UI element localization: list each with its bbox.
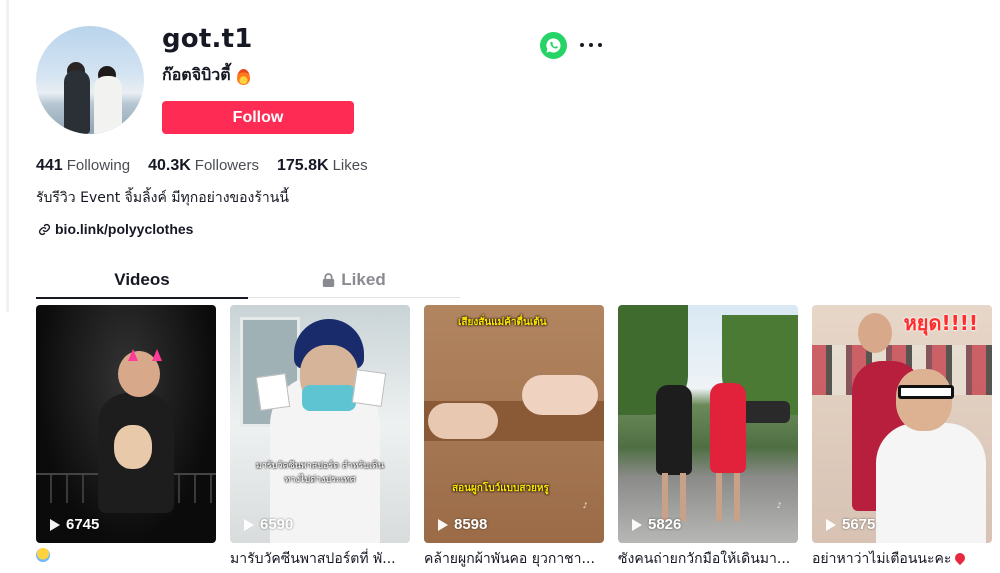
video-card[interactable]: ♪ 5826 ซังคนถ่ายกวักมือให้เดินมา...: [618, 305, 798, 570]
fire-emoji-icon: [236, 68, 250, 85]
display-name-text: ก๊อตจิบิวตี้: [162, 65, 231, 84]
whatsapp-icon[interactable]: [540, 32, 567, 59]
view-count: 6590: [244, 516, 293, 533]
lock-icon: [323, 272, 335, 287]
play-icon: [438, 518, 448, 531]
view-count: 5826: [632, 516, 681, 533]
view-count: 5675: [826, 516, 875, 533]
play-icon: [50, 518, 60, 531]
bio-link[interactable]: bio.link/polyyclothes: [38, 221, 193, 237]
video-caption[interactable]: อย่าหาว่าไม่เตือนนะคะ: [812, 548, 992, 570]
video-caption[interactable]: คล้ายผูกผ้าพันคอ ยุวกาชา...: [424, 548, 604, 570]
pin-icon: [953, 550, 968, 566]
video-thumbnail[interactable]: เสียงสั่นแม่ค้าตื่นเต้น สอนผูกโบว์แบบสวย…: [424, 305, 604, 543]
stat-following[interactable]: 441 Following: [36, 157, 130, 175]
video-thumbnail[interactable]: 6745: [36, 305, 216, 543]
video-overlay-text: หยุด!!!!: [903, 311, 978, 335]
tab-videos[interactable]: Videos: [36, 262, 248, 298]
emoji-icon: [36, 548, 50, 562]
video-overlay-text: สอนผูกโบว์แบบสวยหรู: [452, 483, 549, 494]
video-thumbnail[interactable]: ♪ 5826: [618, 305, 798, 543]
view-count: 8598: [438, 516, 487, 533]
play-icon: [632, 518, 642, 531]
profile-stats: 441 Following 40.3K Followers 175.8K Likes: [36, 157, 368, 175]
play-icon: [244, 518, 254, 531]
username: got.t1: [162, 24, 253, 54]
left-divider: [6, 0, 9, 312]
link-icon: [38, 223, 51, 235]
video-caption[interactable]: มารับวัคซีนพาสปอร์ตที่ พั...: [230, 548, 410, 570]
more-options-icon[interactable]: [580, 36, 602, 54]
bio-text: รับรีวิว Event จิ้มลิ้งค์ มีทุกอย่างของร…: [36, 190, 289, 206]
stat-followers[interactable]: 40.3K Followers: [148, 157, 259, 175]
video-caption[interactable]: [36, 548, 216, 564]
video-thumbnail[interactable]: มารับวัคซีนพาสปอร์ต สำหรับเดินทางไปต่างป…: [230, 305, 410, 543]
play-icon: [826, 518, 836, 531]
video-thumbnail[interactable]: หยุด!!!! 5675: [812, 305, 992, 543]
follow-button[interactable]: Follow: [162, 101, 354, 134]
video-card[interactable]: 6745: [36, 305, 216, 564]
video-caption[interactable]: ซังคนถ่ายกวักมือให้เดินมา...: [618, 548, 798, 570]
profile-tabs: Videos Liked: [36, 262, 460, 299]
video-grid: 6745 มารับวัคซีนพาสปอร์ต สำหรับเดินทางไป…: [36, 305, 996, 573]
tiktok-watermark-icon: ♪: [582, 501, 588, 510]
avatar[interactable]: [36, 26, 144, 134]
view-count: 6745: [50, 516, 99, 533]
video-overlay-text: มารับวัคซีนพาสปอร์ต สำหรับเดินทางไปต่างป…: [255, 461, 385, 485]
video-card[interactable]: เสียงสั่นแม่ค้าตื่นเต้น สอนผูกโบว์แบบสวย…: [424, 305, 604, 570]
video-card[interactable]: มารับวัคซีนพาสปอร์ต สำหรับเดินทางไปต่างป…: [230, 305, 410, 570]
tab-liked[interactable]: Liked: [248, 262, 460, 298]
stat-likes: 175.8K Likes: [276, 157, 368, 174]
tiktok-watermark-icon: ♪: [776, 501, 782, 510]
active-tab-indicator: [36, 297, 248, 299]
video-card[interactable]: หยุด!!!! 5675 อย่าหาว่าไม่เตือนนะคะ: [812, 305, 992, 570]
display-name: ก๊อตจิบิวตี้: [162, 63, 250, 88]
video-overlay-text: เสียงสั่นแม่ค้าตื่นเต้น: [458, 317, 547, 328]
